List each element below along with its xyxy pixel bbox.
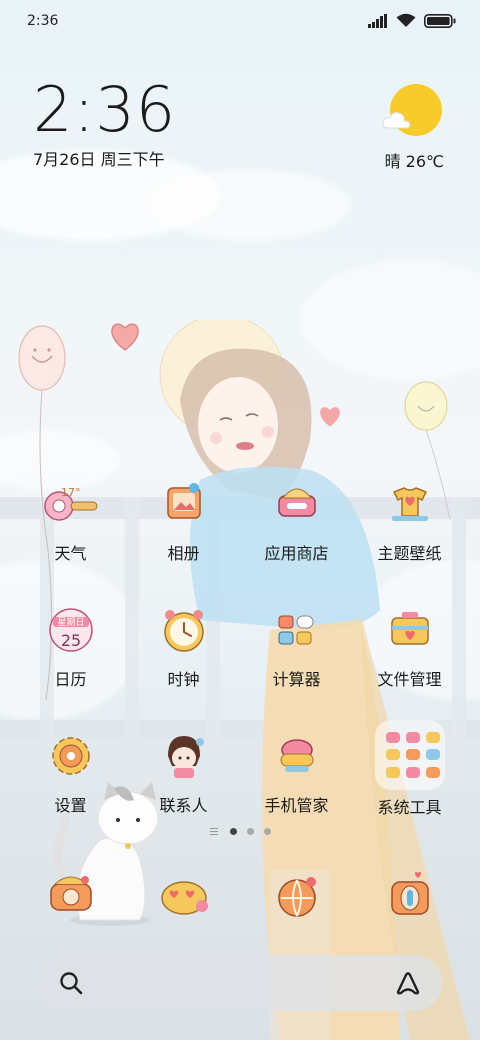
browser-app-icon xyxy=(267,866,327,926)
app-label: 手机管家 xyxy=(264,796,329,815)
clock-date: 7月26日 周三下午 xyxy=(33,150,165,169)
app-label: 日历 xyxy=(54,670,87,689)
app-label: 联系人 xyxy=(159,796,208,815)
file-manager-icon xyxy=(380,602,440,658)
phone-app-icon xyxy=(41,866,101,926)
app-gallery[interactable]: 相册 xyxy=(127,476,240,602)
app-label: 设置 xyxy=(54,796,87,815)
dock-phone[interactable] xyxy=(14,866,127,926)
clock-time: 2:36 xyxy=(33,73,177,146)
contacts-app-icon xyxy=(154,728,214,784)
svg-text:17°: 17° xyxy=(61,486,81,499)
app-security[interactable]: 手机管家 xyxy=(240,728,353,854)
system-tools-folder-icon xyxy=(374,720,445,790)
weather-app-icon: 17° xyxy=(41,476,101,532)
battery-icon xyxy=(424,13,456,28)
app-store[interactable]: 应用商店 xyxy=(240,476,353,602)
page-dot xyxy=(229,828,237,835)
app-label: 时钟 xyxy=(167,670,200,689)
svg-text:星期日: 星期日 xyxy=(57,617,84,628)
app-calculator[interactable]: 计算器 xyxy=(240,602,353,728)
app-label: 相册 xyxy=(167,544,200,563)
app-calendar[interactable]: 星期日 25 日历 xyxy=(14,602,127,728)
sunny-cloud-icon xyxy=(382,84,443,140)
security-app-icon xyxy=(267,728,327,784)
signal-icon xyxy=(368,13,387,28)
app-themes[interactable]: 主题壁纸 xyxy=(353,476,466,602)
app-label: 系统工具 xyxy=(377,798,442,817)
weather-widget[interactable]: 晴 26℃ xyxy=(382,84,444,172)
app-label: 天气 xyxy=(54,544,87,563)
settings-app-icon xyxy=(41,728,101,784)
status-bar: 2:36 xyxy=(0,0,480,44)
app-label: 计算器 xyxy=(272,670,321,689)
app-grid: 17° 天气 相册 应用商店 主题壁纸 星期日 25 日历 时钟 计算器 文件管… xyxy=(14,476,466,854)
app-clock[interactable]: 时钟 xyxy=(127,602,240,728)
themes-icon xyxy=(380,476,440,532)
wifi-icon xyxy=(396,13,416,27)
calendar-app-icon: 星期日 25 xyxy=(41,602,101,658)
page-dot xyxy=(246,828,254,835)
dock xyxy=(14,866,466,926)
dock-browser[interactable] xyxy=(240,866,353,926)
app-weather[interactable]: 17° 天气 xyxy=(14,476,127,602)
app-label: 应用商店 xyxy=(264,544,329,563)
heart-decoration xyxy=(111,323,139,351)
app-contacts[interactable]: 联系人 xyxy=(127,728,240,854)
page-indicator[interactable] xyxy=(0,828,480,835)
page-dot xyxy=(263,828,271,835)
gallery-app-icon xyxy=(154,476,214,532)
clock-widget[interactable]: 2:36 7月26日 周三下午 xyxy=(33,78,176,170)
folder-system-tools[interactable]: 系统工具 xyxy=(353,720,466,854)
dock-camera[interactable] xyxy=(353,866,466,926)
svg-text:25: 25 xyxy=(60,631,80,650)
assistant-icon[interactable] xyxy=(394,970,422,996)
menu-lines-icon xyxy=(209,828,218,835)
status-time: 2:36 xyxy=(27,13,59,29)
search-icon[interactable] xyxy=(58,970,84,996)
weather-text: 晴 26℃ xyxy=(384,152,444,171)
app-label: 主题壁纸 xyxy=(377,544,442,563)
camera-app-icon xyxy=(380,866,440,926)
app-file-manager[interactable]: 文件管理 xyxy=(353,602,466,728)
app-store-icon xyxy=(267,476,327,532)
messages-app-icon xyxy=(154,866,214,926)
search-bar[interactable] xyxy=(38,955,442,1011)
app-label: 文件管理 xyxy=(377,670,442,689)
dock-messages[interactable] xyxy=(127,866,240,926)
clock-app-icon xyxy=(154,602,214,658)
app-settings[interactable]: 设置 xyxy=(14,728,127,854)
calculator-app-icon xyxy=(267,602,327,658)
